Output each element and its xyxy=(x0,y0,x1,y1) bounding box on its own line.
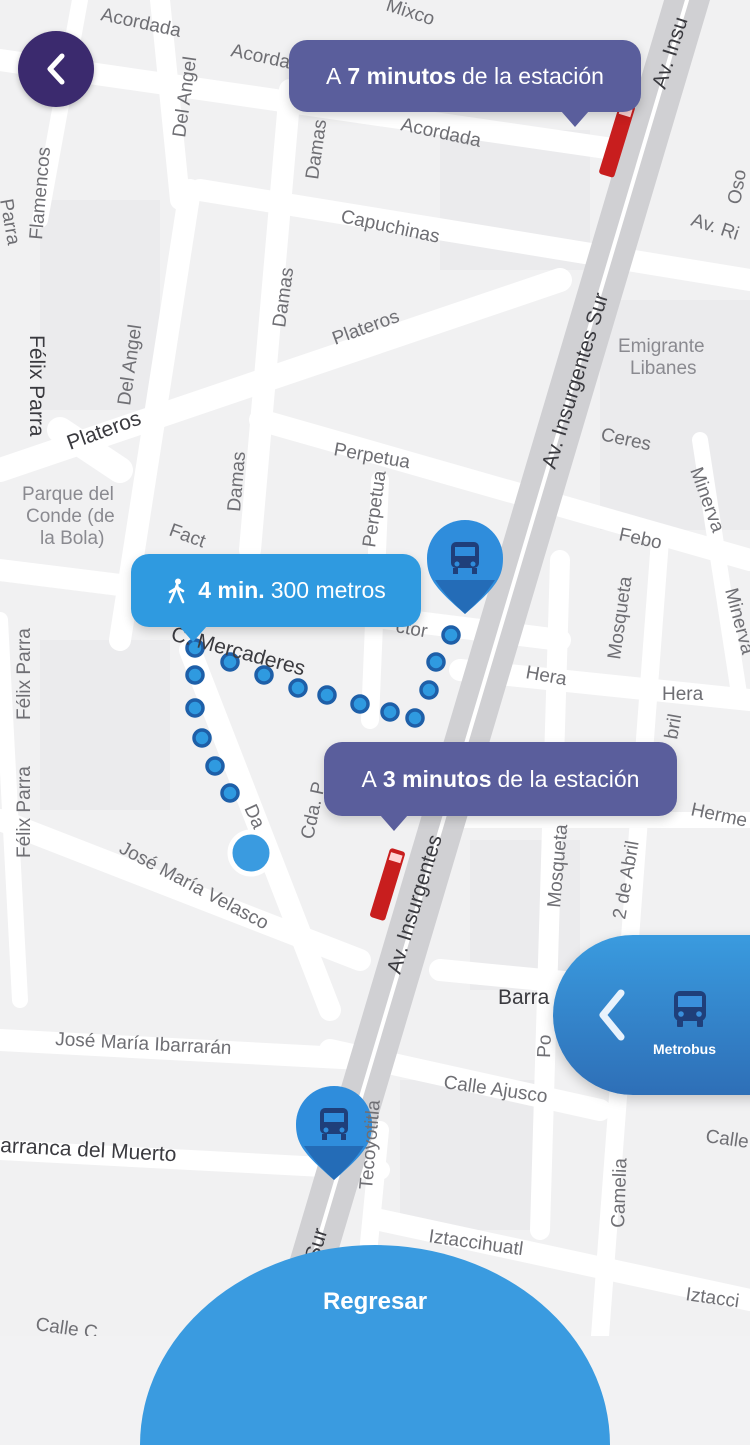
station-eta-bubble-bottom: A 3 minutos de la estación xyxy=(324,742,677,831)
metrobus-side-panel[interactable]: Metrobus xyxy=(553,935,750,1095)
place-label: Libanes xyxy=(630,358,697,379)
place-label: Parque del xyxy=(22,484,114,505)
walk-distance: 300 metros xyxy=(270,577,386,603)
regresar-label: Regresar xyxy=(322,1288,428,1315)
place-label: la Bola) xyxy=(40,528,104,549)
bubble-time: 7 minutos xyxy=(347,62,457,89)
bubble-suffix: de la estación xyxy=(462,62,604,89)
bubble-time: 3 minutos xyxy=(382,765,492,792)
street-label: Po xyxy=(534,1034,556,1058)
street-label: Félix Parra xyxy=(25,335,48,437)
street-label: Camelia xyxy=(608,1157,631,1228)
bubble-suffix: de la estación xyxy=(497,765,640,792)
street-label: Félix Parra xyxy=(14,628,35,720)
chevron-left-icon xyxy=(47,53,65,85)
chevron-left-icon[interactable] xyxy=(593,985,633,1045)
current-location-marker xyxy=(227,829,275,877)
place-label: Emigrante xyxy=(618,336,705,357)
walking-person-icon xyxy=(168,578,185,603)
back-button[interactable] xyxy=(18,31,94,107)
place-label: Conde (de xyxy=(26,506,115,527)
walk-time: 4 min. xyxy=(198,577,265,603)
walking-eta-bubble: 4 min. 300 metros xyxy=(131,554,421,642)
street-label: Barra xyxy=(498,986,550,1009)
street-label: bril xyxy=(661,712,686,741)
street-label: Hera xyxy=(662,684,704,705)
map-view[interactable]: Acordada Acorda Acordada Mixco Av. Insu … xyxy=(0,0,750,1336)
bubble-prefix: A xyxy=(326,62,342,89)
metrobus-label: Metrobus xyxy=(653,1041,716,1057)
bus-icon xyxy=(674,991,706,1027)
bubble-prefix: A xyxy=(361,765,377,792)
station-eta-bubble-top: A 7 minutos de la estación xyxy=(289,40,641,127)
street-label: Félix Parra xyxy=(14,766,35,858)
